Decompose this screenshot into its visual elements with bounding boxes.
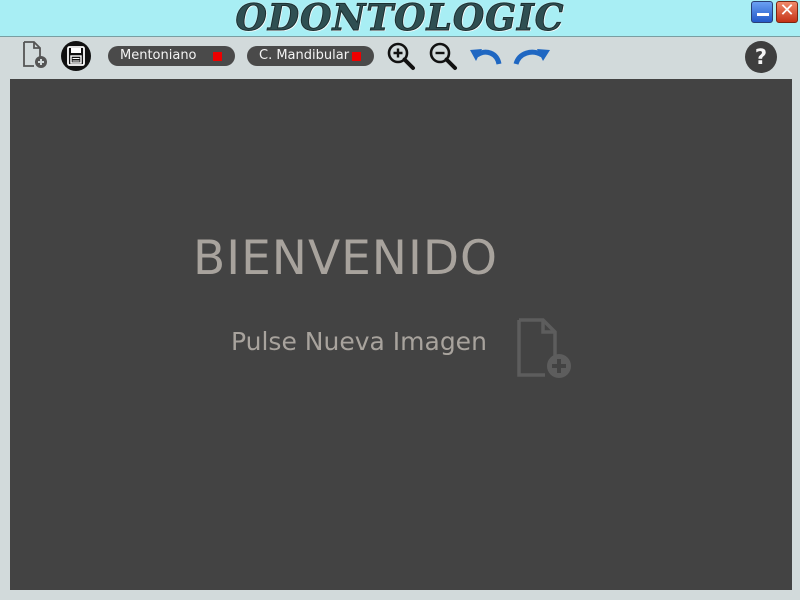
title-bar: ODONTOLOGIC ✕ [0, 0, 800, 40]
undo-icon [470, 49, 502, 65]
zoom-out-icon [429, 42, 457, 70]
floppy-disk-icon [61, 41, 91, 71]
file-plus-icon [517, 318, 571, 378]
mandibular-toggle[interactable]: C. Mandibular [247, 46, 374, 66]
save-button[interactable] [60, 40, 92, 72]
file-plus-icon [23, 41, 47, 68]
close-icon: ✕ [779, 0, 795, 21]
mentoniano-toggle[interactable]: Mentoniano [108, 46, 235, 66]
mentoniano-label: Mentoniano [120, 48, 197, 63]
app-title: ODONTOLOGIC [235, 0, 565, 40]
toolbar: Mentoniano C. Mandibular [0, 37, 800, 77]
help-button[interactable]: ? [745, 41, 777, 73]
welcome-heading: BIENVENIDO [193, 231, 499, 286]
new-image-hint-icon [515, 317, 577, 385]
zoom-in-button[interactable] [385, 40, 417, 72]
status-indicator [352, 52, 361, 61]
redo-button[interactable] [512, 44, 552, 68]
close-button[interactable]: ✕ [776, 0, 798, 23]
redo-icon [513, 49, 550, 65]
zoom-in-icon [387, 42, 415, 70]
minimize-icon [757, 13, 769, 16]
image-canvas[interactable]: BIENVENIDO Pulse Nueva Imagen [10, 79, 792, 590]
undo-button[interactable] [468, 44, 502, 68]
mandibular-label: C. Mandibular [259, 48, 350, 63]
minimize-button[interactable] [751, 1, 773, 23]
hint-text: Pulse Nueva Imagen [231, 327, 487, 356]
zoom-out-button[interactable] [427, 40, 459, 72]
status-indicator [213, 52, 222, 61]
new-image-button[interactable] [20, 40, 50, 70]
